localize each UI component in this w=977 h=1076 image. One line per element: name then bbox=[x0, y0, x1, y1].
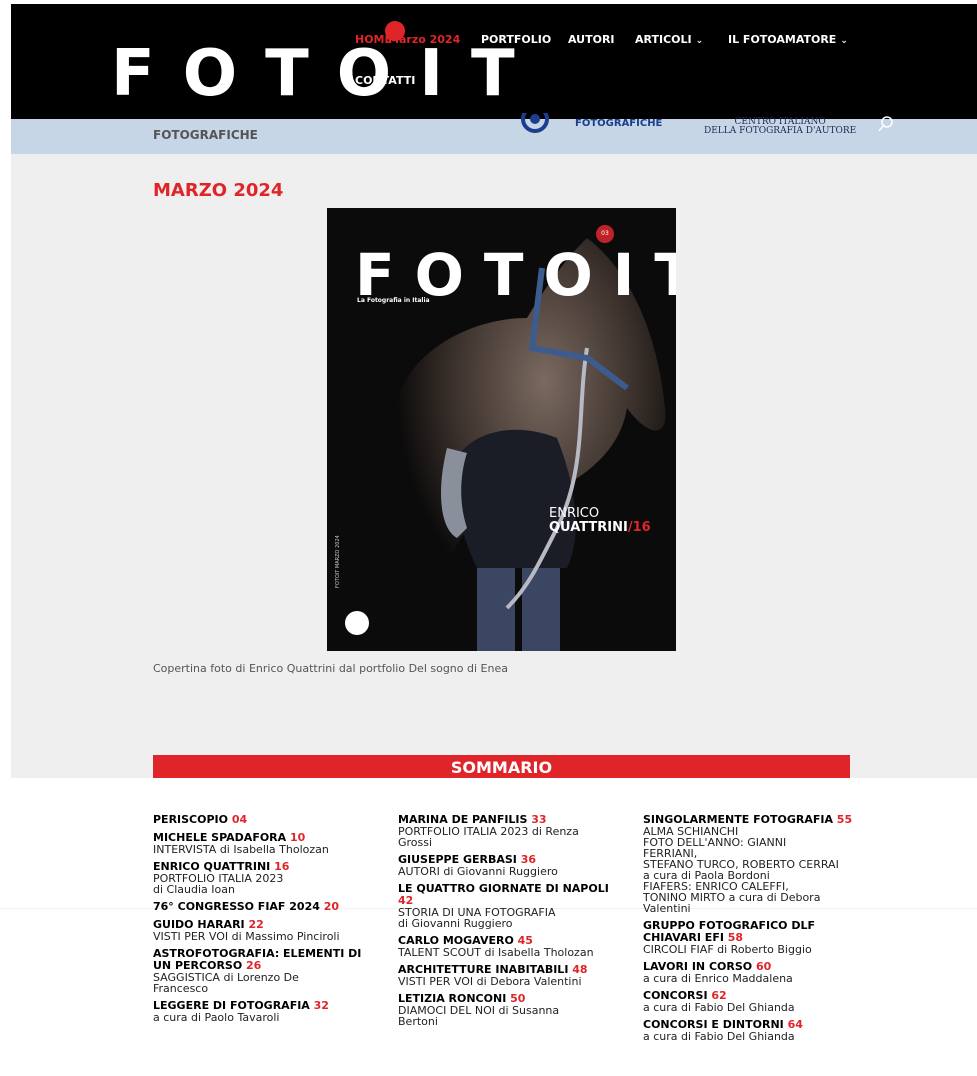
summary-entry-title-text: PERISCOPIO bbox=[153, 813, 232, 826]
summary-entry[interactable]: MARINA DE PANFILIS 33 PORTFOLIO ITALIA 20… bbox=[398, 814, 618, 849]
summary-entry[interactable]: CONCORSI E DINTORNI 64 a cura di Fabio De… bbox=[643, 1019, 858, 1043]
nav-portfolio-label: PORTFOLIO bbox=[481, 33, 552, 46]
summary-entry-subtitle: a cura di Fabio Del Ghianda bbox=[643, 1030, 795, 1043]
summary-entry-title: ASTROFOTOGRAFIA: ELEMENTI DI UN PERCORSO… bbox=[153, 948, 373, 972]
summary-entry[interactable]: ENRICO QUATTRINI 16 PORTFOLIO ITALIA 2023… bbox=[153, 861, 373, 896]
summary-column-1: PERISCOPIO 04 MICHELE SPADAFORA 10 INTERVI… bbox=[153, 814, 373, 1029]
summary-entry-title: GRUPPO FOTOGRAFICO DLF CHIAVARI EFI 58 bbox=[643, 920, 858, 944]
nav-autori[interactable]: AUTORI bbox=[568, 33, 615, 46]
summary-entry[interactable]: CONCORSI 62 a cura di Fabio Del Ghianda bbox=[643, 990, 858, 1014]
summary-entry[interactable]: SINGOLARMENTE FOTOGRAFIA 55 ALMA SCHIANCH… bbox=[643, 813, 858, 915]
summary-entry[interactable]: CARLO MOGAVERO 45 TALENT SCOUT di Isabell… bbox=[398, 935, 618, 959]
magazine-cover-image: FOTOIT La Fotografia in Italia 03 FOTOIT… bbox=[327, 208, 676, 651]
cifa-logo[interactable]: CENTRO ITALIANO DELLA FOTOGRAFIA D'AUTOR… bbox=[704, 118, 856, 136]
issue-badge: 03 bbox=[596, 225, 614, 243]
summary-entry-subtitle: a cura di Paolo Tavaroli bbox=[153, 1011, 280, 1024]
summary-entry-subtitle: Valentini bbox=[643, 902, 691, 915]
cover-caption: Copertina foto di Enrico Quattrini dal p… bbox=[153, 662, 508, 675]
summary-entry[interactable]: LETIZIA RONCONI 50 DIAMOCI DEL NOI di Sus… bbox=[398, 993, 618, 1028]
summary-entry[interactable]: GRUPPO FOTOGRAFICO DLF CHIAVARI EFI 58 CI… bbox=[643, 920, 858, 956]
fiaf-logo-text: FOTOGRAFICHE bbox=[575, 118, 663, 129]
summary-entry-page: 20 bbox=[323, 900, 340, 913]
summary-entry-page: 55 bbox=[836, 813, 853, 826]
summary-entry[interactable]: ASTROFOTOGRAFIA: ELEMENTI DI UN PERCORSO… bbox=[153, 948, 373, 995]
fiaf-logo-icon[interactable] bbox=[521, 113, 571, 137]
cover-logo: FOTOIT bbox=[355, 241, 676, 309]
cover-spine-text: FOTOIT MARZO 2024 bbox=[335, 535, 341, 588]
summary-entry-subtitle: VISTI PER VOI di Massimo Pinciroli bbox=[153, 930, 340, 943]
cover-author-last: QUATTRINI/16 bbox=[549, 520, 651, 535]
summary-entry-subtitle: a cura di Enrico Maddalena bbox=[643, 972, 793, 985]
nav-il-fotoamatore[interactable]: IL FOTOAMATORE ⌄ bbox=[728, 33, 848, 46]
summary-entry-title-text: LE QUATTRO GIORNATE DI NAPOLI bbox=[398, 882, 609, 895]
summary-entry-title: 76° CONGRESSO FIAF 2024 20 bbox=[153, 901, 373, 913]
summary-entry-page: 04 bbox=[231, 813, 248, 826]
summary-entry-subtitle: di Claudia Ioan bbox=[153, 883, 235, 896]
publisher-badge-icon bbox=[345, 611, 369, 635]
nav-articoli-label: ARTICOLI bbox=[635, 33, 692, 46]
nav-autori-label: AUTORI bbox=[568, 33, 615, 46]
summary-entry-subtitle: INTERVISTA di Isabella Tholozan bbox=[153, 843, 329, 856]
summary-entry-title-text: 76° CONGRESSO FIAF 2024 bbox=[153, 900, 324, 913]
nav-home-overlay: Marzo 2024 bbox=[388, 33, 461, 46]
cover-page-ref: /16 bbox=[627, 520, 651, 535]
nav-contatti-label: CONTATTI bbox=[355, 74, 416, 87]
search-icon[interactable] bbox=[877, 115, 895, 133]
summary-entry-subtitle: Grossi bbox=[398, 836, 433, 849]
cifa-line-2: DELLA FOTOGRAFIA D'AUTORE bbox=[704, 126, 857, 136]
nav-il-fotoamatore-label: IL FOTOAMATORE bbox=[728, 33, 837, 46]
site-logo[interactable]: FOTOIT bbox=[111, 42, 543, 106]
nav-portfolio[interactable]: PORTFOLIO bbox=[481, 33, 551, 46]
cover-subtitle: La Fotografia in Italia bbox=[357, 297, 430, 304]
summary-entry-subtitle: CIRCOLI FIAF di Roberto Biggio bbox=[643, 943, 812, 956]
summary-entry[interactable]: LEGGERE DI FOTOGRAFIA 32 a cura di Paolo … bbox=[153, 999, 373, 1024]
summary-entry-title: LE QUATTRO GIORNATE DI NAPOLI 42 bbox=[398, 883, 618, 907]
nav-home[interactable]: HOMEMarzo 2024 bbox=[355, 33, 460, 46]
summary-entry[interactable]: ARCHITETTURE INABITABILI 48 VISTI PER VOI… bbox=[398, 964, 618, 988]
chevron-down-icon: ⌄ bbox=[840, 36, 848, 46]
summary-entry[interactable]: PERISCOPIO 04 bbox=[153, 814, 373, 826]
summary-entry-subtitle: AUTORI di Giovanni Ruggiero bbox=[398, 865, 558, 878]
top-navigation-bar: FOTOIT HOMEMarzo 2024 PORTFOLIO AUTORI A… bbox=[11, 4, 977, 119]
summary-entry-page: 32 bbox=[313, 999, 329, 1012]
associazione-label: FOTOGRAFICHE bbox=[153, 128, 258, 142]
summary-entry-subtitle: di Giovanni Ruggiero bbox=[398, 917, 513, 930]
summary-entry[interactable]: GUIDO HARARI 22 VISTI PER VOI di Massimo … bbox=[153, 919, 373, 943]
summary-entry-subtitle: VISTI PER VOI di Debora Valentini bbox=[398, 975, 582, 988]
summary-entry-title: PERISCOPIO 04 bbox=[153, 814, 373, 826]
summary-entry[interactable]: 76° CONGRESSO FIAF 2024 20 bbox=[153, 901, 373, 913]
summary-column-2: MARINA DE PANFILIS 33 PORTFOLIO ITALIA 20… bbox=[398, 814, 618, 1033]
header-band: FOTOGRAFICHE FOTOGRAFICHE CENTRO ITALIAN… bbox=[11, 113, 977, 154]
cover-author-last-name: QUATTRINI bbox=[549, 520, 628, 535]
summary-entry[interactable]: LE QUATTRO GIORNATE DI NAPOLI 42 STORIA D… bbox=[398, 883, 618, 930]
summary-entry[interactable]: MICHELE SPADAFORA 10 INTERVISTA di Isabel… bbox=[153, 832, 373, 856]
nav-contatti[interactable]: CONTATTI bbox=[355, 74, 415, 87]
cover-author-first: ENRICO bbox=[549, 506, 600, 521]
summary-entry-subtitle: Bertoni bbox=[398, 1015, 438, 1028]
summary-entry-subtitle: Francesco bbox=[153, 982, 209, 995]
chevron-down-icon: ⌄ bbox=[695, 36, 704, 46]
summary-entry[interactable]: LAVORI IN CORSO 60 a cura di Enrico Madda… bbox=[643, 961, 858, 985]
summary-entry-subtitle: TALENT SCOUT di Isabella Tholozan bbox=[398, 946, 594, 959]
summary-column-3: SINGOLARMENTE FOTOGRAFIA 55 ALMA SCHIANCH… bbox=[643, 814, 858, 1048]
page-title: MARZO 2024 bbox=[153, 180, 284, 201]
nav-home-label: HOME bbox=[355, 33, 393, 46]
summary-entry-subtitle: a cura di Fabio Del Ghianda bbox=[643, 1001, 795, 1014]
nav-articoli[interactable]: ARTICOLI ⌄ bbox=[635, 33, 703, 46]
summary-entry[interactable]: GIUSEPPE GERBASI 36 AUTORI di Giovanni Ru… bbox=[398, 854, 618, 878]
